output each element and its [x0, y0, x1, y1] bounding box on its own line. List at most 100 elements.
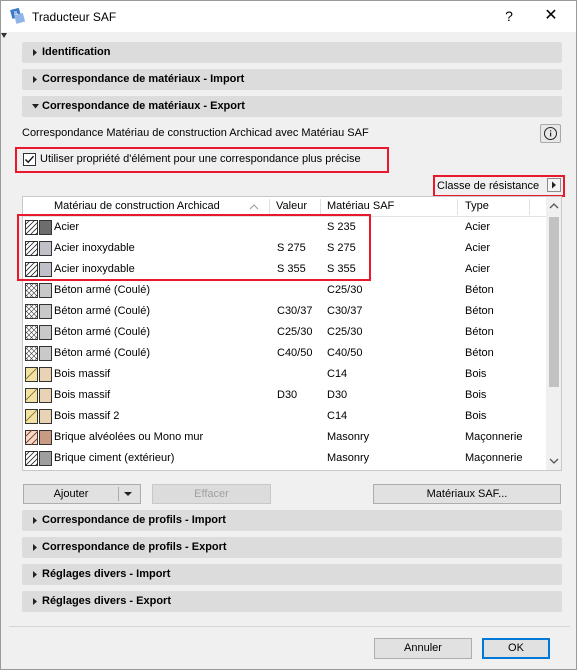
column-divider[interactable] — [320, 199, 321, 215]
table-row[interactable]: Bois massif C14 Bois — [23, 364, 546, 385]
title-bar: Traducteur SAF ? ✕ — [1, 1, 576, 32]
cell-saf: C25/30 — [327, 284, 363, 296]
info-button[interactable] — [540, 124, 561, 143]
classe-resistance-arrow-button[interactable] — [547, 178, 561, 192]
section-misc-export[interactable]: Réglages divers - Export — [22, 591, 562, 612]
table-row[interactable]: Acier S 235 Acier — [23, 217, 546, 238]
cell-material: Bois massif 2 — [54, 410, 120, 422]
app-icon — [10, 8, 26, 24]
expand-arrow-icon — [33, 517, 37, 524]
cell-type: Acier — [465, 263, 491, 275]
cell-saf: Masonry — [327, 452, 370, 464]
hatch-pattern-icon — [25, 220, 38, 235]
saf-materials-button[interactable]: Matériaux SAF... — [373, 484, 561, 504]
scroll-down-icon[interactable] — [548, 456, 560, 466]
material-color-swatch — [39, 388, 52, 403]
cell-type: Maçonnerie — [465, 452, 523, 464]
section-label: Réglages divers - Import — [42, 568, 171, 580]
brick-pattern-icon — [25, 430, 38, 445]
close-button[interactable]: ✕ — [539, 5, 563, 27]
material-color-swatch — [39, 430, 52, 445]
ok-button[interactable]: OK — [482, 638, 550, 659]
cell-saf: S 355 — [327, 263, 356, 275]
expand-arrow-icon — [33, 76, 37, 83]
cell-valeur: D30 — [277, 389, 298, 401]
section-label: Correspondance de matériaux - Import — [42, 73, 245, 85]
scrollbar-thumb[interactable] — [549, 217, 559, 387]
cell-type: Bois — [465, 389, 487, 401]
cell-valeur: C30/37 — [277, 305, 313, 317]
expand-arrow-icon — [33, 571, 37, 578]
table-row[interactable]: Béton armé (Coulé) C25/30 Béton — [23, 280, 546, 301]
section-label: Correspondance de profils - Export — [42, 541, 227, 553]
column-divider[interactable] — [529, 199, 530, 215]
scroll-up-icon[interactable] — [548, 201, 560, 211]
cancel-button[interactable]: Annuler — [374, 638, 472, 659]
cross-pattern-icon — [25, 346, 38, 361]
material-color-swatch — [39, 367, 52, 382]
cell-material: Bois massif — [54, 368, 111, 380]
table-row[interactable]: Acier inoxydable S 275 S 275 Acier — [23, 238, 546, 259]
hatch-pattern-icon — [25, 241, 38, 256]
material-color-swatch — [39, 451, 52, 466]
table-row[interactable]: Brique alvéolées ou Mono mur Masonry Maçon… — [23, 427, 546, 448]
cell-valeur: S 355 — [277, 263, 306, 275]
table-row[interactable]: Béton armé (Coulé) C25/30 C25/30 Béton — [23, 322, 546, 343]
split-divider — [118, 487, 119, 501]
cell-saf: S 235 — [327, 221, 356, 233]
section-profile-export[interactable]: Correspondance de profils - Export — [22, 537, 562, 558]
cell-type: Acier — [465, 221, 491, 233]
table-row[interactable]: Acier inoxydable S 355 S 355 Acier — [23, 259, 546, 280]
wood-pattern-icon — [25, 367, 38, 382]
cell-type: Acier — [465, 242, 491, 254]
material-color-swatch — [39, 262, 52, 277]
section-identification[interactable]: Identification — [22, 42, 562, 63]
vertical-scrollbar[interactable] — [546, 197, 561, 470]
cell-type: Béton — [465, 347, 494, 359]
table-row[interactable]: Bois massif D30 D30 Bois — [23, 385, 546, 406]
column-header-type[interactable]: Type — [465, 200, 489, 212]
cell-type: Bois — [465, 368, 487, 380]
use-property-checkbox[interactable] — [23, 153, 36, 166]
cell-saf: Masonry — [327, 431, 370, 443]
use-property-label: Utiliser propriété d'élément pour une co… — [40, 153, 361, 165]
section-label: Réglages divers - Export — [42, 595, 171, 607]
column-header-saf[interactable]: Matériau SAF — [327, 200, 394, 212]
column-header-material[interactable]: Matériau de construction Archicad — [54, 200, 220, 212]
cell-saf: C30/37 — [327, 305, 363, 317]
table-row[interactable]: Bois massif 2 C14 Bois — [23, 406, 546, 427]
dialog-window: Traducteur SAF ? ✕ Identification Corres… — [0, 0, 577, 670]
delete-button[interactable]: Effacer — [152, 484, 271, 504]
column-divider[interactable] — [269, 199, 270, 215]
hatch-pattern-icon — [25, 262, 38, 277]
cell-saf: C25/30 — [327, 326, 363, 338]
expand-arrow-icon — [33, 544, 37, 551]
add-button[interactable]: Ajouter — [23, 484, 141, 504]
help-button[interactable]: ? — [497, 5, 521, 27]
classe-resistance-button[interactable]: Classe de résistance — [437, 178, 561, 194]
footer-divider — [9, 626, 570, 627]
collapse-arrow-icon — [32, 104, 39, 109]
section-label: Identification — [42, 46, 111, 58]
resize-marker-icon — [1, 33, 7, 38]
material-color-swatch — [39, 409, 52, 424]
table-row[interactable]: Béton armé (Coulé) C40/50 C40/50 Béton — [23, 343, 546, 364]
table-row[interactable]: Béton armé (Coulé) C30/37 C30/37 Béton — [23, 301, 546, 322]
section-label: Correspondance de matériaux - Export — [42, 100, 245, 112]
chevron-down-icon[interactable] — [121, 486, 135, 502]
cell-type: Béton — [465, 305, 494, 317]
column-header-valeur[interactable]: Valeur — [276, 200, 307, 212]
cell-saf: S 275 — [327, 242, 356, 254]
section-material-import[interactable]: Correspondance de matériaux - Import — [22, 69, 562, 90]
section-material-export[interactable]: Correspondance de matériaux - Export — [22, 96, 562, 117]
section-profile-import[interactable]: Correspondance de profils - Import — [22, 510, 562, 531]
add-button-label: Ajouter — [53, 488, 89, 500]
cell-valeur: C25/30 — [277, 326, 313, 338]
cell-material: Bois massif — [54, 389, 111, 401]
cell-saf: C14 — [327, 368, 348, 380]
table-row[interactable]: Brique ciment (extérieur) Masonry Maçonner… — [23, 448, 546, 469]
column-divider[interactable] — [457, 199, 458, 215]
classe-resistance-highlight: Classe de résistance — [433, 175, 565, 197]
section-misc-import[interactable]: Réglages divers - Import — [22, 564, 562, 585]
material-color-swatch — [39, 304, 52, 319]
